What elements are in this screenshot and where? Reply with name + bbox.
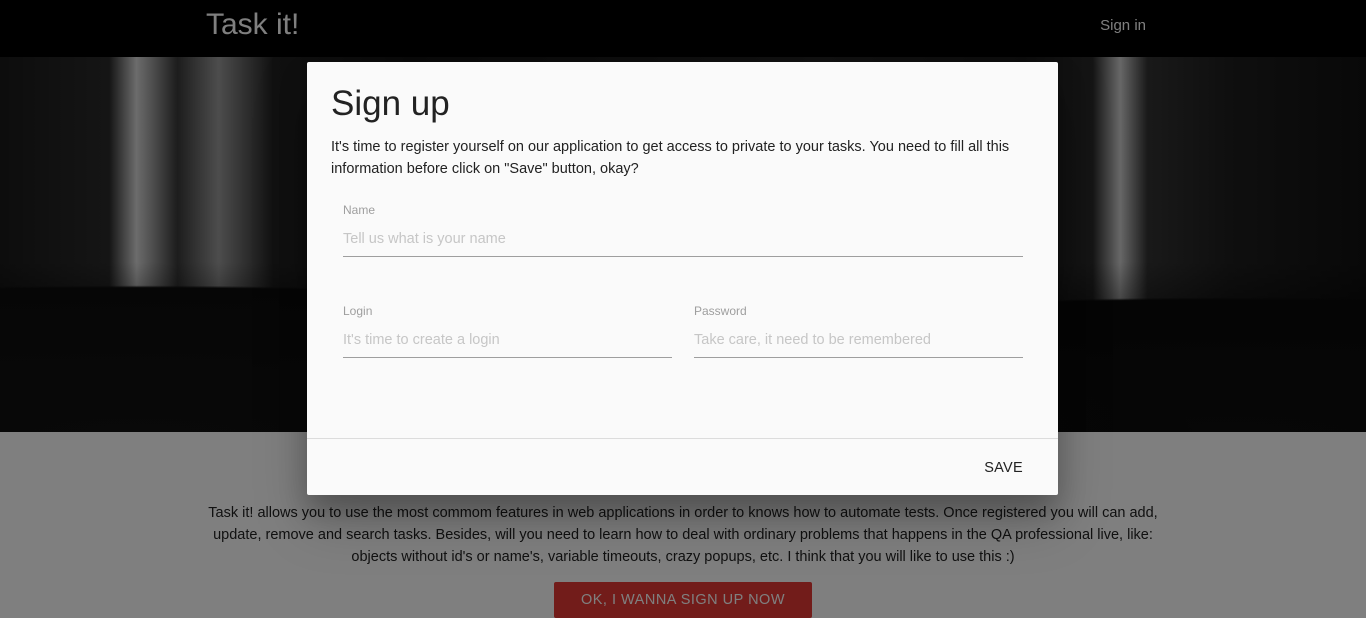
password-input[interactable] bbox=[694, 322, 1023, 358]
login-label: Login bbox=[343, 304, 373, 318]
login-input[interactable] bbox=[343, 322, 672, 358]
password-label: Password bbox=[694, 304, 747, 318]
signup-modal: Sign up It's time to register yourself o… bbox=[307, 62, 1058, 495]
save-button[interactable]: SAVE bbox=[969, 452, 1038, 484]
name-label: Name bbox=[343, 203, 376, 217]
login-field-group: Login bbox=[343, 304, 672, 362]
modal-title: Sign up bbox=[331, 84, 450, 123]
name-field-group: Name bbox=[343, 203, 1023, 261]
modal-description: It's time to register yourself on our ap… bbox=[331, 139, 1010, 177]
password-field-group: Password bbox=[694, 304, 1023, 362]
modal-footer: SAVE bbox=[307, 438, 1058, 495]
name-input[interactable] bbox=[343, 221, 1023, 257]
